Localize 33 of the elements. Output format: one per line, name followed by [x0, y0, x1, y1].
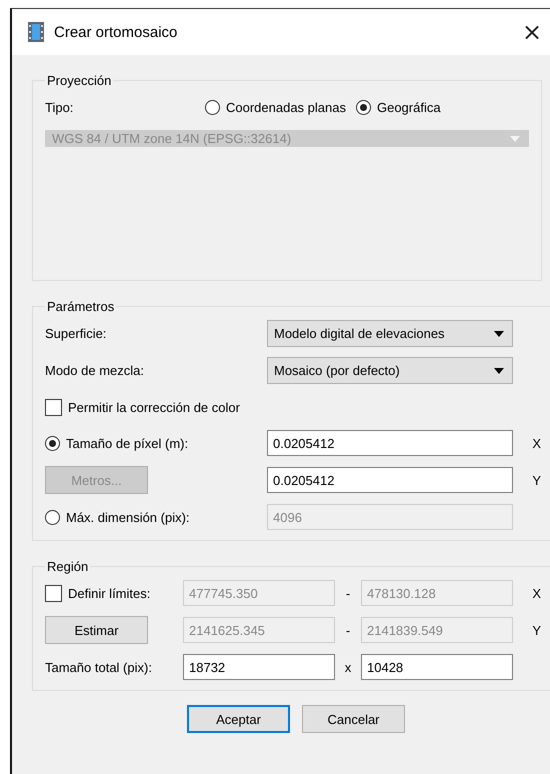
group-title: Parámetros	[46, 299, 116, 314]
input-field[interactable]: 10428	[361, 654, 513, 680]
dropdown-arrow-icon	[494, 368, 504, 374]
radio-button[interactable]: Tamaño de píxel (m):	[45, 436, 257, 450]
radio-button[interactable]: Geográfica	[356, 100, 441, 114]
input-field[interactable]: 0.0205412	[267, 430, 513, 456]
axis-label: Y	[531, 622, 541, 638]
dropdown-arrow-icon	[510, 136, 520, 142]
radio-button[interactable]: Coordenadas planas	[205, 100, 346, 114]
field-label: Tipo:	[45, 100, 74, 114]
range-dash: -	[344, 622, 352, 638]
field-label: Tamaño total (pix):	[45, 660, 153, 674]
close-button[interactable]: ×	[514, 14, 550, 50]
checkbox[interactable]: Permitir la corrección de color	[45, 398, 240, 416]
dropdown[interactable]: Mosaico (por defecto)	[267, 357, 513, 384]
input-field[interactable]: 18732	[183, 654, 335, 680]
dialog-button[interactable]: Cancelar	[302, 705, 405, 733]
range-dash: -	[344, 586, 352, 600]
estimate-button[interactable]: Estimar	[45, 616, 148, 644]
axis-label: X	[531, 436, 541, 450]
times-sign: x	[344, 660, 352, 674]
dropdown[interactable]: Modelo digital de elevaciones	[267, 320, 513, 347]
dropdown-arrow-icon	[494, 330, 504, 336]
film-strip-icon	[28, 22, 44, 42]
group-title: Proyección	[46, 73, 112, 88]
dialog-button[interactable]: Aceptar	[187, 705, 290, 733]
field-label: Modo de mezcla:	[45, 363, 145, 378]
field-label: Superficie:	[45, 326, 108, 341]
input-field[interactable]: 0.0205412	[267, 467, 513, 493]
group-title: Región	[46, 559, 90, 574]
window-title: Crear ortomosaico	[54, 24, 178, 40]
axis-label: X	[531, 586, 541, 600]
axis-label: Y	[531, 472, 541, 488]
